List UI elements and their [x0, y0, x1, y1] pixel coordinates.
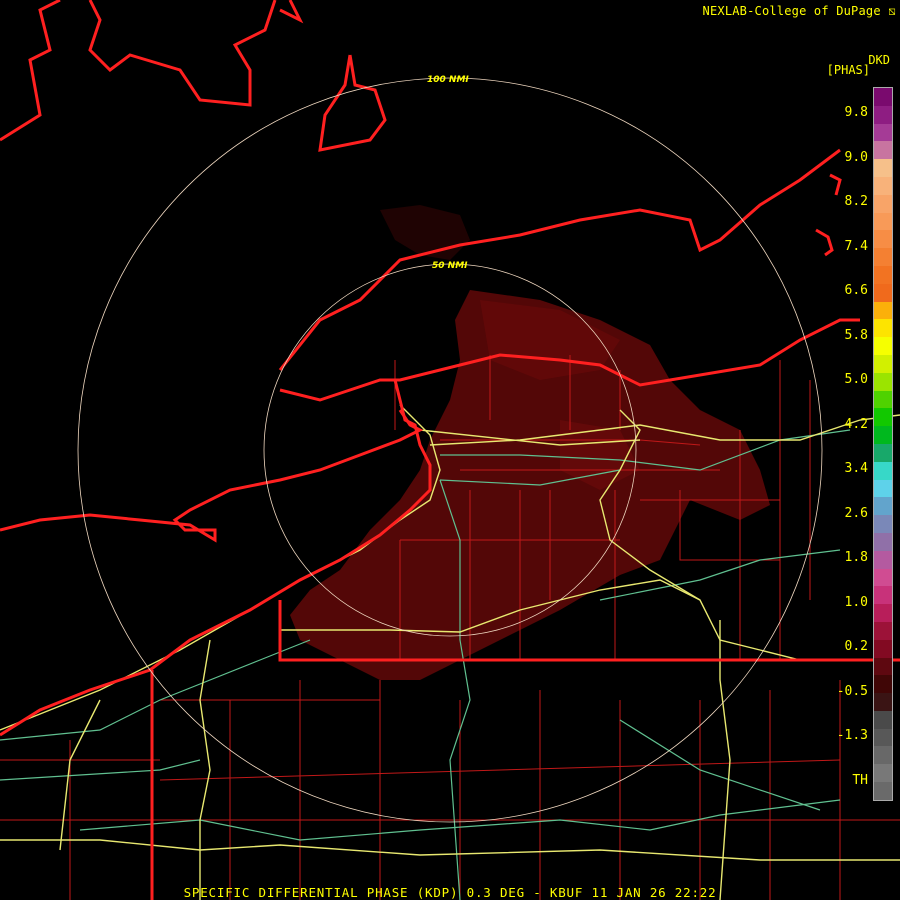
legend-swatch	[874, 159, 892, 177]
legend-swatch	[874, 461, 892, 480]
radar-map: 100 NMI 50 NMI	[0, 0, 900, 900]
legend-swatch	[874, 746, 892, 765]
ring-label-50: 50 NMI	[432, 261, 468, 271]
legend-swatch	[874, 176, 892, 195]
legend-swatch	[874, 693, 892, 711]
legend-swatch	[874, 105, 892, 124]
legend-swatch	[874, 248, 892, 266]
legend-tick-label: -0.5	[836, 683, 868, 699]
legend-tick-label: -1.3	[836, 728, 868, 743]
legend-swatch	[874, 764, 892, 783]
legend-tick-label: 3.4	[844, 461, 868, 476]
legend-tick-label: 7.4	[844, 238, 868, 254]
legend-tick-label: 9.8	[844, 105, 868, 120]
legend-tick-label: 2.6	[844, 505, 868, 521]
color-scale-bar	[873, 87, 893, 801]
legend-swatch	[874, 515, 892, 533]
legend-tick-label: 5.8	[844, 327, 868, 343]
legend-swatch	[874, 657, 892, 676]
legend-swatch	[874, 372, 892, 391]
legend-swatch	[874, 354, 892, 373]
radar-echo	[290, 205, 770, 680]
legend-swatch	[874, 337, 892, 355]
legend-tick-label: 1.0	[844, 594, 868, 610]
legend-swatch	[874, 230, 892, 249]
legend-swatch	[874, 621, 892, 640]
legend-tick-label: 9.0	[844, 149, 868, 165]
legend-swatch	[874, 194, 892, 213]
legend-swatch	[874, 586, 892, 605]
legend-swatch	[874, 88, 892, 106]
legend-swatch	[874, 390, 892, 409]
legend-swatch	[874, 265, 892, 284]
legend-swatch	[874, 568, 892, 587]
legend-swatch	[874, 497, 892, 516]
legend-swatch	[874, 675, 892, 694]
legend-swatch	[874, 443, 892, 462]
legend-swatch	[874, 550, 892, 569]
legend-tick-label: 4.2	[844, 416, 868, 432]
legend-unit: DKD	[868, 53, 890, 67]
legend-swatch	[874, 301, 892, 320]
legend-swatch	[874, 283, 892, 302]
legend-swatch	[874, 319, 892, 338]
legend-swatch	[874, 123, 892, 142]
legend-tick-label: 1.8	[844, 550, 868, 565]
legend-tick-label: 6.6	[844, 283, 868, 298]
legend-tick-label: 0.2	[844, 639, 868, 654]
legend-swatch	[874, 604, 892, 622]
legend-swatch	[874, 426, 892, 444]
ring-label-100: 100 NMI	[427, 75, 469, 85]
credit-label: NEXLAB-College of DuPage ⧅	[702, 4, 896, 18]
legend-swatch	[874, 710, 892, 729]
legend-swatch	[874, 408, 892, 427]
legend-tick-label: TH	[852, 772, 868, 788]
legend-tick-label: 8.2	[844, 194, 868, 209]
legend-swatch	[874, 639, 892, 658]
legend-unit-sub: [PHAS]	[826, 63, 870, 77]
legend-tick-label: 5.0	[844, 372, 868, 387]
legend-swatch	[874, 728, 892, 747]
legend-swatch	[874, 479, 892, 498]
legend-swatch	[874, 141, 892, 160]
product-caption: SPECIFIC DIFFERENTIAL PHASE (KDP) 0.3 DE…	[183, 885, 717, 900]
legend-swatch	[874, 212, 892, 231]
legend-swatch	[874, 782, 892, 800]
legend-swatch	[874, 532, 892, 551]
